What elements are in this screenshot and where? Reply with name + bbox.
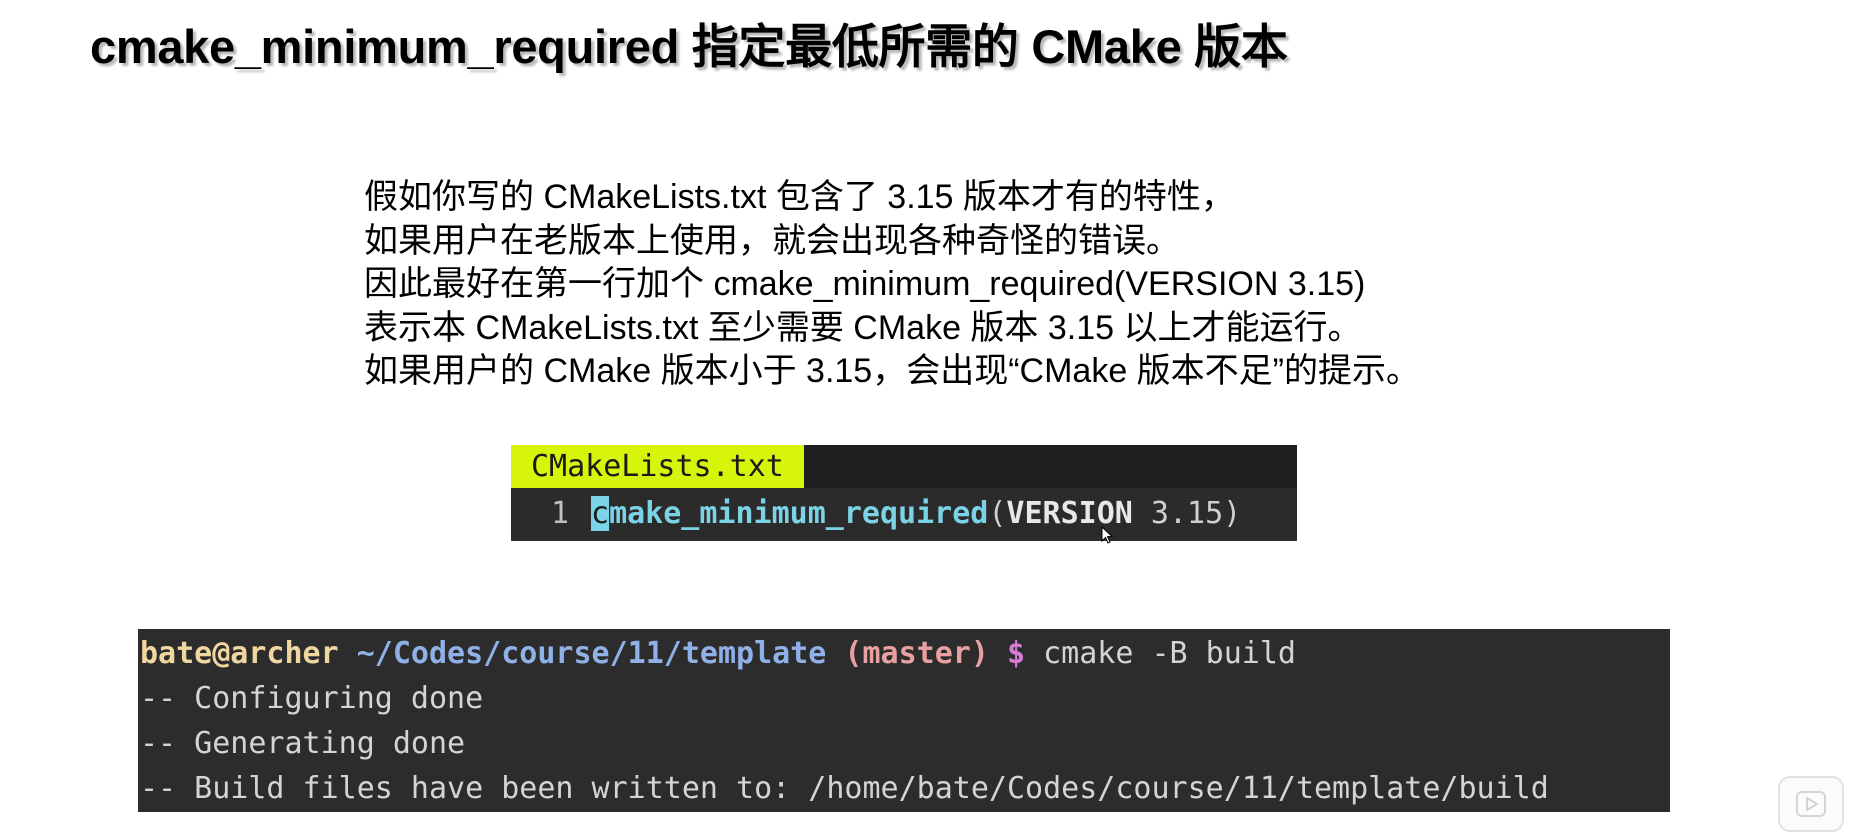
prompt-command: cmake -B build <box>1043 636 1296 671</box>
editor-tab-cmakelists[interactable]: CMakeLists.txt <box>511 445 804 488</box>
code-open-paren: ( <box>988 496 1007 531</box>
code-function-name: make_minimum_required <box>609 496 989 531</box>
mouse-pointer-icon <box>1101 525 1115 546</box>
code-line: 1 cmake_minimum_required(VERSION 3.15) <box>511 488 1297 541</box>
description-line: 如果用户在老版本上使用，就会出现各种奇怪的错误。 <box>364 221 1180 260</box>
description-line: 表示本 CMakeLists.txt 至少需要 CMake 版本 3.15 以上… <box>364 308 1362 347</box>
terminal-output-line: -- Generating done <box>140 726 466 761</box>
description-line: 假如你写的 CMakeLists.txt 包含了 3.15 版本才有的特性， <box>364 178 1235 216</box>
code-close-paren: ) <box>1223 496 1242 531</box>
prompt-symbol: $ <box>1006 636 1026 671</box>
prompt-branch: (master) <box>844 636 989 671</box>
terminal-output: bate@archer ~/Codes/course/11/template (… <box>138 629 1670 812</box>
code-editor-snippet: CMakeLists.txt 1 cmake_minimum_required(… <box>511 445 1297 541</box>
prompt-path: ~/Codes/course/11/template <box>356 636 827 671</box>
terminal-output-line: -- Configuring done <box>140 681 484 716</box>
text-cursor: c <box>591 496 610 531</box>
slide-title: cmake_minimum_required 指定最低所需的 CMake 版本 <box>90 20 1288 73</box>
editor-tab-bar: CMakeLists.txt <box>511 445 1297 488</box>
terminal-prompt-line: bate@archer ~/Codes/course/11/template (… <box>138 631 1670 676</box>
description-block: 假如你写的 CMakeLists.txt 包含了 3.15 版本才有的特性， 如… <box>364 176 1420 394</box>
line-number: 1 <box>551 496 570 531</box>
terminal-output-line: -- Build files have been written to: /ho… <box>140 771 1549 806</box>
play-icon[interactable] <box>1778 776 1844 832</box>
code-value: 3.15 <box>1132 496 1224 531</box>
prompt-user-host: bate@archer <box>140 636 339 671</box>
code-text[interactable]: cmake_minimum_required(VERSION 3.15) <box>591 494 1241 534</box>
description-line: 因此最好在第一行加个 cmake_minimum_required(VERSIO… <box>364 265 1366 303</box>
description-line: 如果用户的 CMake 版本小于 3.15，会出现“CMake 版本不足”的提示… <box>364 352 1420 390</box>
